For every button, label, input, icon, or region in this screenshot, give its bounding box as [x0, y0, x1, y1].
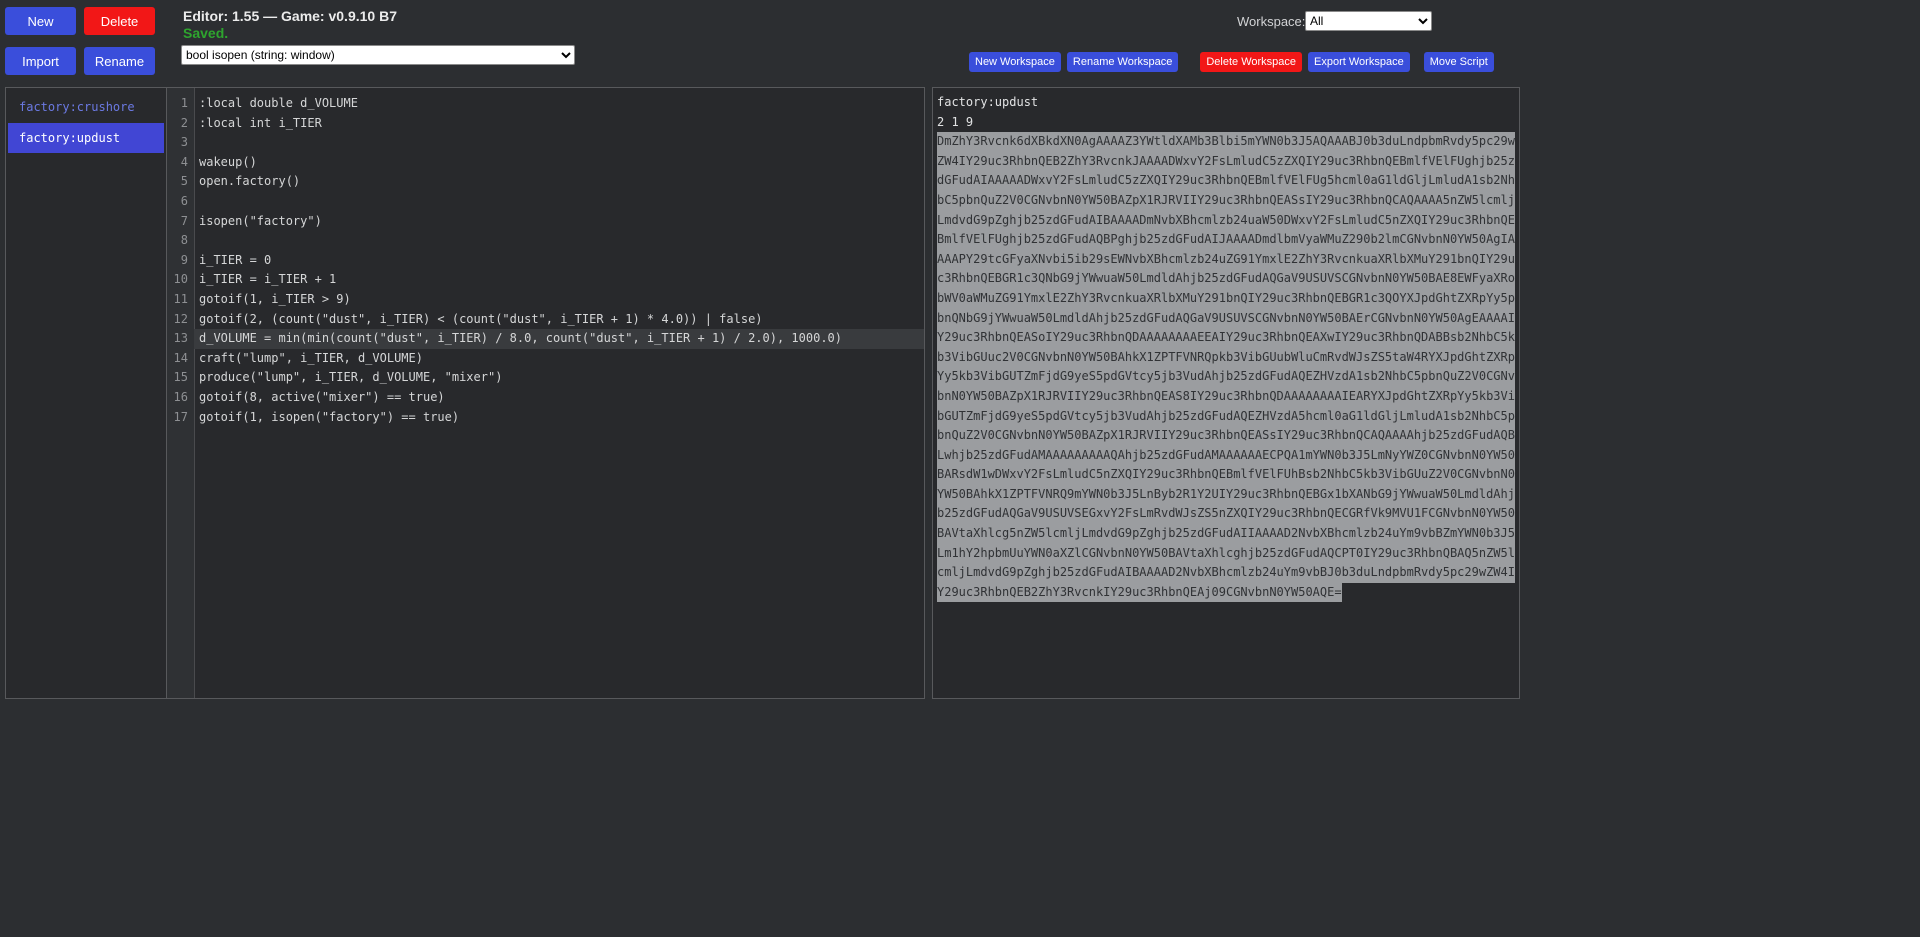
code-line: 13 d_VOLUME = min(min(count("dust", i_TI… [167, 329, 924, 349]
code-line-text[interactable]: d_VOLUME = min(min(count("dust", i_TIER)… [194, 329, 924, 349]
line-number: 9 [180, 252, 188, 267]
export-base64-line: bnQNbG9jYWwuaW50LmdldAhjb25zdGFudAQGaV9U… [937, 308, 1515, 329]
code-line: 7 isopen("factory") [167, 212, 924, 232]
export-base64-line: bC5pbnQuZ2V0CGNvbnN0YW50BAZpX1RJRVIIY29u… [937, 190, 1515, 211]
line-number: 5 [180, 174, 188, 189]
save-status: Saved. [183, 25, 229, 41]
line-number: 3 [180, 135, 188, 150]
export-base64-line: bGUTZmFjdG9yeS5pdGVtcy5jb3VudAhjb25zdGFu… [937, 406, 1515, 427]
delete-script-button[interactable]: Delete [84, 7, 155, 35]
line-number: 6 [180, 193, 188, 208]
code-line: 15 produce("lump", i_TIER, d_VOLUME, "mi… [167, 368, 924, 388]
code-line-text[interactable]: gotoif(2, (count("dust", i_TIER) < (coun… [194, 310, 924, 330]
code-line-text[interactable]: gotoif(1, isopen("factory") == true) [194, 408, 924, 428]
workspace-dropdown[interactable]: All [1305, 11, 1432, 31]
export-base64-line: dGFudAIAAAAADWxvY2FsLmludC5zZXQIY29uc3Rh… [937, 171, 1515, 191]
export-base64-line: cmljLmdvdG9pZghjb25zdGFudAIBAAAAD2NvbXBh… [937, 563, 1515, 583]
export-base64-line: b25zdGFudAQGaV9USUVSEGxvY2FsLmRvdWJsZS5n… [937, 504, 1515, 525]
line-number: 10 [173, 272, 188, 287]
script-list: factory:crushore factory:updust [6, 88, 167, 698]
code-line-text[interactable]: craft("lump", i_TIER, d_VOLUME) [194, 349, 924, 369]
code-line-text[interactable]: gotoif(1, i_TIER > 9) [194, 290, 924, 310]
export-base64-line: Yy5kb3VibGUTZmFjdG9yeS5pdGVtcy5jb3VudAhj… [937, 367, 1515, 387]
workspace-label: Workspace: [1237, 14, 1306, 29]
new-script-button[interactable]: New [5, 7, 76, 35]
code-line: 4 wakeup() [167, 153, 924, 173]
code-line: 8 [167, 231, 924, 251]
import-script-button[interactable]: Import [5, 47, 76, 75]
export-base64-line: b3VibGUuc2V0CGNvbnN0YW50BAhkX1ZPTFVNRQpk… [937, 347, 1515, 368]
editor-version-title: Editor: 1.55 — Game: v0.9.10 B7 [183, 8, 397, 24]
code-line-text[interactable]: :local int i_TIER [194, 114, 924, 134]
code-line-text[interactable]: :local double d_VOLUME [194, 94, 924, 114]
line-number: 7 [180, 213, 188, 228]
line-number: 4 [180, 154, 188, 169]
code-line-text[interactable]: open.factory() [194, 172, 924, 192]
export-base64-line: LmdvdG9pZghjb25zdGFudAIBAAAADmNvbXBhcmlz… [937, 210, 1515, 231]
export-base64-line: DmZhY3Rvcnk6dXBkdXN0AgAAAAZ3YWtldXAMb3Bl… [937, 132, 1515, 152]
code-line-text[interactable]: produce("lump", i_TIER, d_VOLUME, "mixer… [194, 368, 924, 388]
code-line: 3 [167, 133, 924, 153]
export-base64-line: c3RhbnQEBGR1c3QNbG9jYWwuaW50LmdldAhjb25z… [937, 269, 1515, 289]
line-number: 15 [173, 370, 188, 385]
code-line: 2 :local int i_TIER [167, 114, 924, 134]
line-number: 11 [173, 291, 188, 306]
export-base64-line: BAVtaXhlcg5nZW5lcmljLmdvdG9pZghjb25zdGFu… [937, 524, 1515, 544]
workspace-actions: New Workspace Rename Workspace Delete Wo… [969, 52, 1494, 72]
code-line-text[interactable] [194, 133, 924, 153]
script-list-item[interactable]: factory:updust [8, 123, 164, 153]
code-line-text[interactable]: gotoif(8, active("mixer") == true) [194, 388, 924, 408]
script-list-item[interactable]: factory:crushore [8, 92, 164, 122]
code-line: 1 :local double d_VOLUME [167, 94, 924, 114]
code-line: 5 open.factory() [167, 172, 924, 192]
export-base64-line: ZW4IY29uc3RhbnQEB2ZhY3RvcnkJAAAADWxvY2Fs… [937, 151, 1515, 172]
code-line-text[interactable]: wakeup() [194, 153, 924, 173]
export-base64-line: Lm1hY2hpbmUuYWN0aXZlCGNvbnN0YW50BAVtaXhl… [937, 543, 1515, 564]
export-base64-line: Y29uc3RhbnQEB2ZhY3RvcnkIY29uc3RhbnQEAj09… [937, 582, 1342, 603]
code-editor[interactable]: 1 :local double d_VOLUME 2 :local int i_… [167, 88, 924, 698]
export-base64-line: bWV0aWMuZG91YmxlE2ZhY3RvcnkuaXRlbXMuY291… [937, 288, 1515, 309]
code-line: 16 gotoif(8, active("mixer") == true) [167, 388, 924, 408]
line-number: 16 [173, 389, 188, 404]
script-editor-panel: factory:crushore factory:updust 1 :local… [5, 87, 925, 699]
export-base64-line: AAAPY29tcGFyaXNvbi5ib29sEWNvbXBhcmlzb24u… [937, 249, 1515, 270]
line-number: 14 [173, 350, 188, 365]
line-number: 12 [173, 311, 188, 326]
code-line-text[interactable]: i_TIER = i_TIER + 1 [194, 270, 924, 290]
function-dropdown[interactable]: bool isopen (string: window) [181, 45, 575, 65]
line-number: 17 [173, 409, 188, 424]
export-base64-line: BmlfVElFUghjb25zdGFudAQBPghjb25zdGFudAIJ… [937, 230, 1515, 250]
line-number: 8 [180, 233, 188, 248]
workspace-action-button[interactable]: Rename Workspace [1066, 52, 1179, 72]
export-base64-line: Y29uc3RhbnQEASoIY29uc3RhbnQDAAAAAAAAEEAI… [937, 328, 1515, 348]
code-line: 6 [167, 192, 924, 212]
export-base64-line: YW50BAhkX1ZPTFVNRQ9mYWN0b3J5LnByb2R1Y2UI… [937, 484, 1515, 505]
code-line: 9 i_TIER = 0 [167, 251, 924, 271]
export-panel: factory:updust 2 1 9 DmZhY3Rvcnk6dXBkdXN… [932, 87, 1520, 699]
code-line: 10 i_TIER = i_TIER + 1 [167, 270, 924, 290]
export-base64-text[interactable]: DmZhY3Rvcnk6dXBkdXN0AgAAAAZ3YWtldXAMb3Bl… [937, 132, 1515, 603]
code-line-text[interactable]: isopen("factory") [194, 212, 924, 232]
export-base64-line: bnQuZ2V0CGNvbnN0YW50BAZpX1RJRVIIY29uc3Rh… [937, 426, 1515, 446]
export-script-name: factory:updust [937, 95, 1039, 109]
line-number: 13 [173, 331, 188, 346]
workspace-action-button[interactable]: Export Workspace [1308, 52, 1410, 72]
rename-script-button[interactable]: Rename [84, 47, 155, 75]
export-base64-line: Lwhjb25zdGFudAMAAAAAAAAAQAhjb25zdGFudAMA… [937, 445, 1515, 466]
line-number: 2 [180, 115, 188, 130]
code-line: 14 craft("lump", i_TIER, d_VOLUME) [167, 349, 924, 369]
export-base64-line: bnN0YW50BAZpX1RJRVIIY29uc3RhbnQEAS8IY29u… [937, 386, 1515, 407]
export-base64-line: BARsdW1wDWxvY2FsLmludC5nZXQIY29uc3RhbnQE… [937, 465, 1515, 485]
workspace-action-button[interactable]: New Workspace [969, 52, 1061, 72]
workspace-action-button[interactable]: Delete Workspace [1200, 52, 1303, 72]
workspace-action-button[interactable]: Move Script [1423, 52, 1494, 72]
code-line-text[interactable] [194, 231, 924, 251]
code-line: 12 gotoif(2, (count("dust", i_TIER) < (c… [167, 310, 924, 330]
export-counts: 2 1 9 [937, 114, 974, 129]
code-line-text[interactable] [194, 192, 924, 212]
code-line: 17 gotoif(1, isopen("factory") == true) [167, 408, 924, 428]
code-line: 11 gotoif(1, i_TIER > 9) [167, 290, 924, 310]
line-number: 1 [180, 96, 188, 110]
code-line-text[interactable]: i_TIER = 0 [194, 251, 924, 271]
